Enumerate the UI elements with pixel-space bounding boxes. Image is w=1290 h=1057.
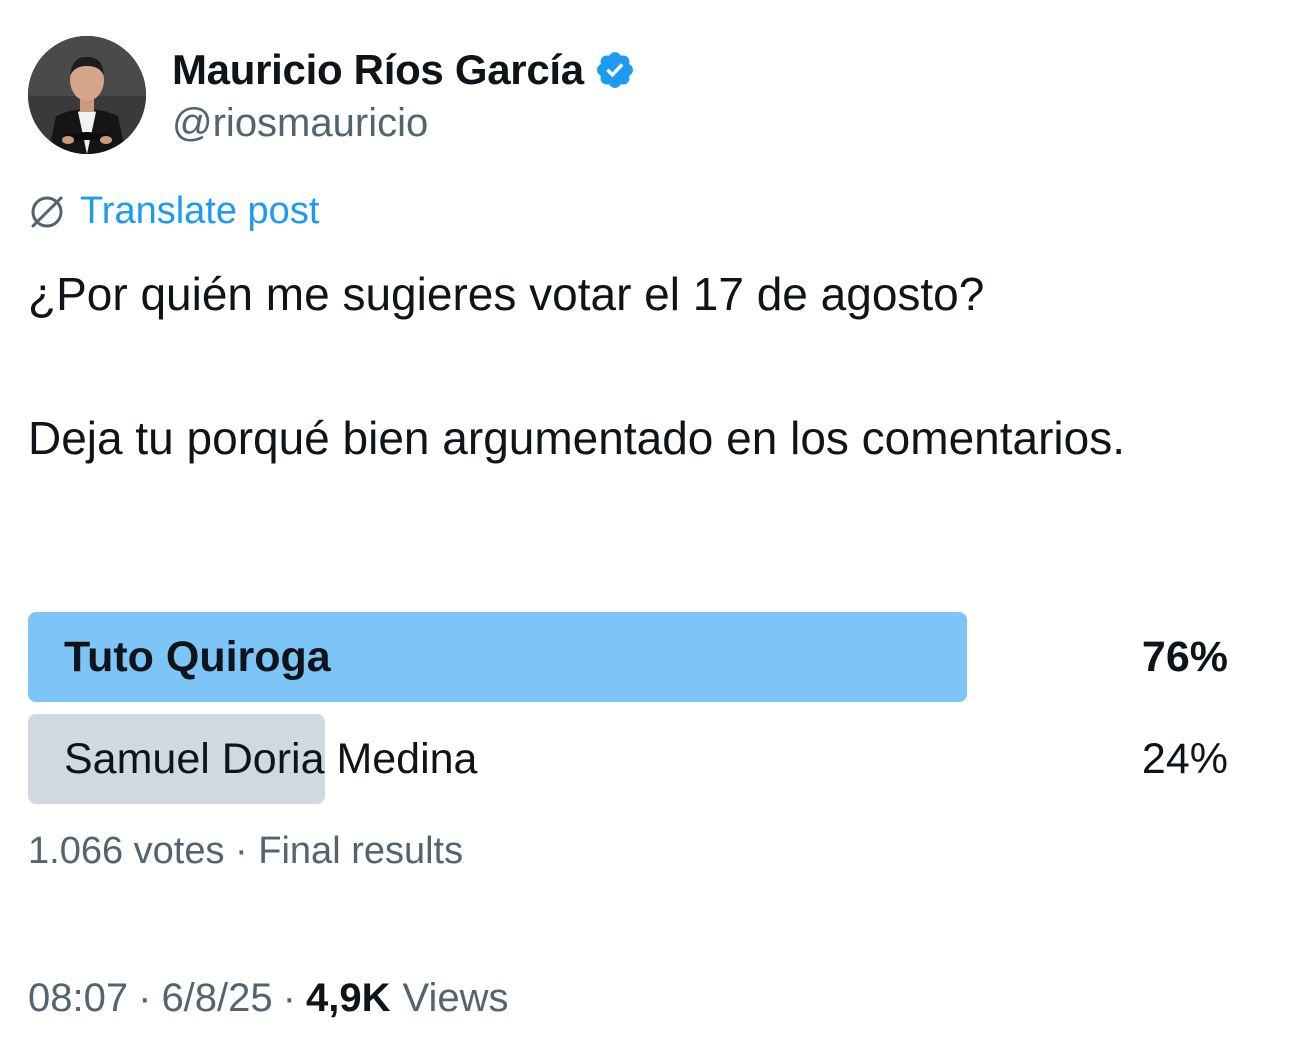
poll-option-tuto-quiroga: Tuto Quiroga 76%	[28, 612, 1228, 702]
views-label: Views	[402, 976, 509, 1020]
poll-option-label: Tuto Quiroga	[64, 633, 331, 681]
post-timestamp: 08:07 · 6/8/25 · 4,9K Views	[28, 976, 508, 1021]
poll-votes-count: 1.066 votes	[28, 830, 225, 872]
post-date[interactable]: 6/8/25	[161, 976, 272, 1021]
poll-meta: 1.066 votes · Final results	[28, 830, 463, 873]
display-name[interactable]: Mauricio Ríos García	[172, 46, 584, 94]
poll-meta-separator: ·	[235, 830, 248, 872]
avatar-image	[28, 36, 146, 154]
author-names: Mauricio Ríos García @riosmauricio	[172, 45, 636, 146]
timestamp-separator: ·	[138, 976, 152, 1020]
poll-status: Final results	[258, 830, 464, 872]
display-name-row: Mauricio Ríos García	[172, 45, 636, 95]
post-text-spacer	[28, 330, 1258, 402]
poll-option-percent: 24%	[1141, 735, 1228, 783]
translate-post-label: Translate post	[80, 190, 320, 232]
timestamp-separator: ·	[282, 976, 296, 1020]
globe-translate-icon	[28, 193, 66, 231]
post-text: ¿Por quién me sugieres votar el 17 de ag…	[28, 258, 1258, 474]
poll: Tuto Quiroga 76% Samuel Doria Medina 24%	[28, 612, 1228, 816]
post-header: Mauricio Ríos García @riosmauricio	[28, 36, 636, 154]
avatar[interactable]	[28, 36, 146, 154]
views-count: 4,9K	[305, 976, 391, 1020]
poll-option-samuel-doria-medina: Samuel Doria Medina 24%	[28, 714, 1228, 804]
translate-post-link[interactable]: Translate post	[28, 190, 319, 233]
post-text-line: ¿Por quién me sugieres votar el 17 de ag…	[28, 268, 985, 320]
poll-option-percent: 76%	[1141, 633, 1228, 681]
poll-option-label: Samuel Doria Medina	[64, 735, 478, 783]
verified-badge-icon[interactable]	[594, 49, 636, 91]
post-time[interactable]: 08:07	[28, 976, 128, 1021]
post-text-line: Deja tu porqué bien argumentado en los c…	[28, 412, 1126, 464]
author-handle[interactable]: @riosmauricio	[172, 101, 636, 146]
